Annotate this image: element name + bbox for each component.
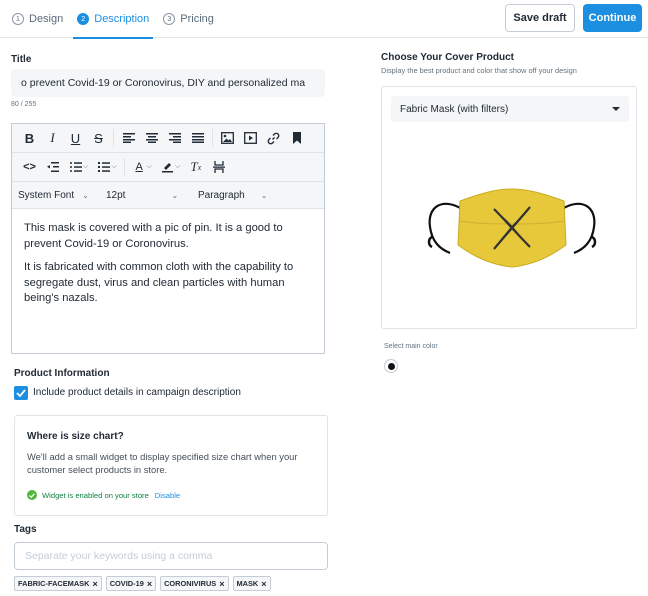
size-chart-card: Where is size chart? We'll add a small w…	[14, 415, 328, 516]
cover-product-title: Choose Your Cover Product	[381, 52, 514, 63]
size-chart-description: We'll add a small widget to display spec…	[27, 451, 298, 475]
text-color-glyph: A	[135, 161, 143, 173]
bold-icon[interactable]: B	[18, 127, 41, 149]
tag-text: FABRIC-FACEMASK	[18, 579, 90, 588]
check-circle-icon	[27, 490, 37, 500]
widget-status-text: Widget is enabled on your store	[42, 490, 149, 500]
font-size-select[interactable]: 12pt ⌄	[106, 184, 198, 206]
checkmark-icon	[16, 389, 26, 397]
chevron-down-icon: ⌄	[171, 190, 179, 200]
title-char-count: 80 / 255	[11, 101, 37, 108]
close-icon[interactable]: ×	[219, 579, 224, 589]
chevron-down-icon[interactable]: ⌵	[147, 163, 152, 171]
clear-format-icon[interactable]: Tx	[184, 156, 207, 178]
chevron-down-icon: ⌄	[82, 190, 89, 200]
include-details-checkbox[interactable]	[14, 386, 28, 400]
description-editor: B I U S <> ⌵ ⌵ A ⌵ ⌵ T x System Font ⌄ 1…	[11, 123, 325, 354]
block-format-select[interactable]: Paragraph ⌄	[198, 184, 288, 206]
toolbar-row-structure: <> ⌵ ⌵ A ⌵ ⌵ Tx	[12, 153, 324, 182]
tag-text: CORONIVIRUS	[164, 579, 217, 588]
cover-product-card: Fabric Mask (with filters)	[381, 86, 637, 329]
main-color-label: Select main color	[384, 343, 438, 350]
toolbar-divider	[113, 129, 114, 147]
block-format-value: Paragraph	[198, 189, 245, 201]
widget-status: Widget is enabled on your store Disable	[27, 490, 180, 500]
step-number: 3	[163, 13, 176, 25]
toolbar-divider	[123, 158, 125, 176]
tags-input[interactable]: Separate your keywords using a comma	[14, 542, 328, 570]
size-chart-title: Where is size chart?	[27, 431, 124, 442]
step-label: Design	[29, 13, 64, 25]
align-justify-icon[interactable]	[186, 127, 209, 149]
color-swatch-black[interactable]	[384, 359, 398, 373]
mask-preview-image	[422, 187, 602, 277]
close-icon[interactable]: ×	[92, 579, 97, 589]
include-details-label: Include product details in campaign desc…	[33, 387, 241, 398]
code-icon[interactable]: <>	[18, 156, 41, 178]
continue-button[interactable]: Continue	[583, 4, 642, 32]
save-draft-button[interactable]: Save draft	[505, 4, 575, 32]
editor-paragraph: This mask is covered with a pic of pin. …	[24, 222, 283, 250]
editor-content[interactable]: This mask is covered with a pic of pin. …	[12, 209, 324, 353]
product-select-value: Fabric Mask (with filters)	[400, 103, 509, 115]
font-size-value: 12pt	[106, 189, 126, 201]
close-icon[interactable]: ×	[261, 579, 266, 589]
italic-icon[interactable]: I	[41, 127, 64, 149]
chevron-down-icon: ⌄	[260, 190, 268, 200]
strikethrough-icon[interactable]: S	[87, 127, 110, 149]
step-number: 2	[77, 13, 90, 25]
step-nav: 1 Design 2 Description 3 Pricing	[8, 0, 224, 39]
align-left-icon[interactable]	[117, 127, 140, 149]
tag-list: FABRIC-FACEMASK × COVID-19 × CORONIVIRUS × …	[14, 576, 275, 591]
product-select[interactable]: Fabric Mask (with filters)	[391, 96, 629, 122]
toolbar-row-selects: System Font ⌄ 12pt ⌄ Paragraph ⌄	[12, 182, 324, 209]
toolbar-row-formatting: B I U S	[12, 124, 324, 153]
step-design[interactable]: 1 Design	[8, 0, 67, 38]
tag-chip: MASK ×	[232, 576, 271, 591]
chevron-down-icon[interactable]: ⌵	[83, 163, 88, 171]
page-break-icon[interactable]	[207, 156, 230, 178]
product-info-label: Product Information	[14, 368, 110, 379]
step-description[interactable]: 2 Description	[73, 0, 154, 39]
close-icon[interactable]: ×	[147, 579, 152, 589]
tag-text: COVID-19	[109, 579, 144, 588]
outdent-icon[interactable]	[41, 156, 64, 178]
cover-product-subtitle: Display the best product and color that …	[381, 66, 577, 75]
step-label: Pricing	[180, 13, 214, 25]
tag-chip: FABRIC-FACEMASK ×	[14, 576, 102, 591]
video-icon[interactable]	[239, 127, 262, 149]
toolbar-divider	[212, 129, 213, 147]
top-bar: 1 Design 2 Description 3 Pricing Save dr…	[0, 0, 648, 39]
font-family-select[interactable]: System Font ⌄	[18, 184, 106, 206]
chevron-down-icon[interactable]: ⌵	[175, 163, 180, 171]
align-center-icon[interactable]	[140, 127, 163, 149]
title-input[interactable]: o prevent Covid-19 or Coronovirus, DIY a…	[11, 69, 325, 97]
image-icon[interactable]	[216, 127, 239, 149]
bookmark-icon[interactable]	[285, 127, 308, 149]
clear-format-x: x	[197, 162, 202, 172]
align-right-icon[interactable]	[163, 127, 186, 149]
step-number: 1	[12, 13, 24, 25]
step-pricing[interactable]: 3 Pricing	[159, 0, 218, 38]
swatch-dot	[387, 362, 395, 370]
tag-chip: COVID-19 ×	[105, 576, 157, 591]
step-label: Description	[94, 13, 150, 25]
underline-icon[interactable]: U	[64, 127, 87, 149]
editor-paragraph: It is fabricated with common cloth with …	[24, 261, 294, 304]
chevron-down-icon[interactable]: ⌵	[111, 163, 116, 171]
tags-label: Tags	[14, 524, 37, 535]
caret-down-icon	[612, 107, 620, 111]
tag-text: MASK	[236, 579, 259, 588]
link-icon[interactable]	[262, 127, 285, 149]
title-label: Title	[11, 54, 32, 65]
fabric-mask-illustration	[427, 188, 597, 268]
font-family-value: System Font	[18, 189, 75, 201]
disable-link[interactable]: Disable	[155, 491, 180, 500]
tag-chip: CORONIVIRUS ×	[160, 576, 229, 591]
